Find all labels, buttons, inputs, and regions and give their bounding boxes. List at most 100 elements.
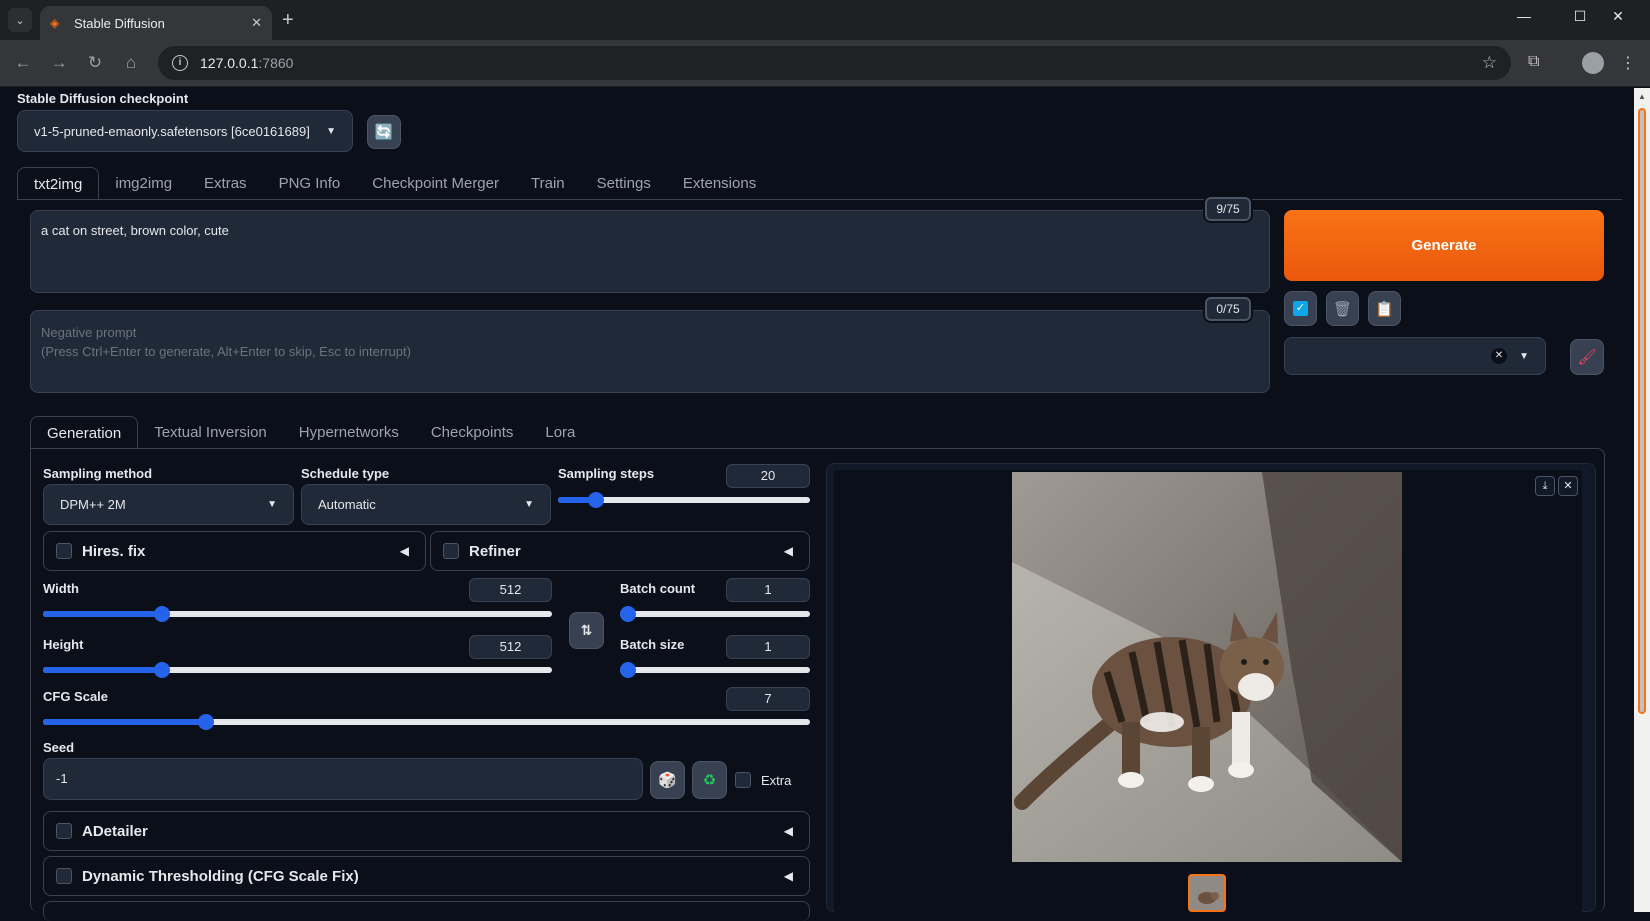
- site-info-icon[interactable]: i: [172, 55, 188, 71]
- cfg-scale-slider[interactable]: [43, 713, 810, 731]
- scroll-up-icon[interactable]: ▲: [1638, 92, 1646, 101]
- sampling-method-dropdown[interactable]: DPM++ 2M ▼: [43, 484, 294, 525]
- tab-settings[interactable]: Settings: [581, 167, 667, 200]
- clipboard-icon: 📋: [1375, 300, 1394, 318]
- extra-checkbox[interactable]: [735, 772, 751, 788]
- refiner-label: Refiner: [469, 542, 521, 560]
- menu-icon[interactable]: ⋮: [1620, 53, 1636, 73]
- tabs-divider: [17, 199, 1622, 200]
- reuse-seed-button[interactable]: ♻: [692, 761, 727, 799]
- collapse-triangle-icon[interactable]: ◀: [400, 544, 409, 558]
- bookmark-star-icon[interactable]: ☆: [1482, 53, 1497, 73]
- tab-search-button[interactable]: ⌄: [8, 8, 32, 32]
- batch-size-slider[interactable]: [620, 661, 810, 679]
- url-host: 127.0.0.1: [200, 55, 259, 71]
- gallery-thumbnail[interactable]: [1188, 874, 1226, 912]
- url-port: :7860: [258, 55, 294, 71]
- swap-dimensions-button[interactable]: ⇅: [569, 612, 604, 649]
- negative-prompt-hint: (Press Ctrl+Enter to generate, Alt+Enter…: [41, 344, 411, 359]
- cfg-scale-input[interactable]: 7: [726, 687, 810, 711]
- paste-styles-button[interactable]: 📋: [1368, 291, 1401, 326]
- edit-styles-button[interactable]: 🖌: [1570, 339, 1604, 375]
- tab-generation[interactable]: Generation: [30, 416, 139, 449]
- close-window-icon[interactable]: ✕: [1598, 8, 1638, 25]
- tab-hypernetworks[interactable]: Hypernetworks: [283, 416, 415, 449]
- download-icon[interactable]: ⤓: [1535, 476, 1555, 496]
- prompt-textarea[interactable]: a cat on street, brown color, cute: [30, 210, 1270, 293]
- maximize-icon[interactable]: ☐: [1560, 8, 1600, 25]
- batch-count-input[interactable]: 1: [726, 578, 810, 602]
- width-label: Width: [43, 581, 79, 596]
- refresh-checkpoints-button[interactable]: 🔄: [367, 115, 401, 149]
- checkpoint-dropdown[interactable]: v1-5-pruned-emaonly.safetensors [6ce0161…: [17, 110, 353, 152]
- height-input[interactable]: 512: [469, 635, 552, 659]
- next-accordion-partial[interactable]: [43, 901, 810, 921]
- browser-tab-bar: ⌄ ◈ Stable Diffusion ✕ + — ☐ ✕: [0, 0, 1650, 40]
- address-toolbar: ← → ↻ ⌂ i 127.0.0.1:7860 ☆ ⧉ ⋮: [0, 40, 1650, 87]
- tab-extensions[interactable]: Extensions: [667, 167, 772, 200]
- seed-input[interactable]: -1: [43, 758, 643, 800]
- collapse-triangle-icon[interactable]: ◀: [784, 824, 793, 838]
- negative-token-counter: 0/75: [1205, 297, 1251, 321]
- tab-txt2img[interactable]: txt2img: [17, 167, 100, 200]
- generate-button[interactable]: Generate: [1284, 210, 1604, 281]
- negative-prompt-textarea[interactable]: Negative prompt (Press Ctrl+Enter to gen…: [30, 310, 1270, 393]
- close-preview-icon[interactable]: ✕: [1558, 476, 1578, 496]
- dynamic-thresholding-checkbox[interactable]: [56, 868, 72, 884]
- tab-textual-inversion[interactable]: Textual Inversion: [138, 416, 283, 449]
- dice-icon: 🎲: [658, 772, 677, 789]
- refiner-accordion[interactable]: Refiner ◀: [430, 531, 810, 571]
- hires-fix-checkbox[interactable]: [56, 543, 72, 559]
- close-tab-icon[interactable]: ✕: [251, 15, 262, 31]
- back-icon[interactable]: ←: [12, 53, 34, 73]
- main-tabs: txt2img img2img Extras PNG Info Checkpoi…: [17, 167, 772, 200]
- refiner-checkbox[interactable]: [443, 543, 459, 559]
- height-slider[interactable]: [43, 661, 552, 679]
- styles-dropdown[interactable]: ✕ ▼: [1284, 337, 1546, 375]
- hires-fix-accordion[interactable]: Hires. fix ◀: [43, 531, 426, 571]
- batch-count-slider[interactable]: [620, 605, 810, 623]
- collapse-triangle-icon[interactable]: ◀: [784, 869, 793, 883]
- clear-styles-icon[interactable]: ✕: [1491, 348, 1507, 364]
- sampling-steps-slider[interactable]: [558, 491, 810, 509]
- clear-prompt-button[interactable]: 🗑: [1326, 291, 1359, 326]
- random-seed-button[interactable]: 🎲: [650, 761, 685, 799]
- home-icon[interactable]: ⌂: [120, 53, 142, 73]
- sampling-steps-input[interactable]: 20: [726, 464, 810, 488]
- recycle-icon: ♻: [702, 772, 717, 789]
- batch-size-input[interactable]: 1: [726, 635, 810, 659]
- forward-icon[interactable]: →: [48, 53, 70, 73]
- arrow-check-icon: ✓: [1293, 301, 1308, 316]
- generated-cat-image[interactable]: [1012, 472, 1402, 862]
- tab-checkpoints[interactable]: Checkpoints: [415, 416, 530, 449]
- sampling-method-label: Sampling method: [43, 466, 153, 481]
- extensions-icon[interactable]: ⧉: [1528, 53, 1539, 71]
- new-tab-icon[interactable]: +: [282, 9, 294, 32]
- browser-tab[interactable]: ◈ Stable Diffusion ✕: [40, 6, 272, 40]
- tab-lora[interactable]: Lora: [529, 416, 591, 449]
- tab-png-info[interactable]: PNG Info: [263, 167, 357, 200]
- tab-img2img[interactable]: img2img: [99, 167, 188, 200]
- sub-tabs: Generation Textual Inversion Hypernetwor…: [30, 416, 591, 449]
- refresh-icon: 🔄: [374, 124, 394, 141]
- tab-train[interactable]: Train: [515, 167, 581, 200]
- omnibox[interactable]: i 127.0.0.1:7860 ☆: [158, 46, 1511, 80]
- profile-avatar[interactable]: [1582, 52, 1604, 74]
- collapse-triangle-icon[interactable]: ◀: [784, 544, 793, 558]
- dynamic-thresholding-accordion[interactable]: Dynamic Thresholding (CFG Scale Fix) ◀: [43, 856, 810, 896]
- dynamic-thresholding-label: Dynamic Thresholding (CFG Scale Fix): [82, 867, 359, 885]
- reload-icon[interactable]: ↻: [84, 53, 106, 73]
- width-slider[interactable]: [43, 605, 552, 623]
- adetailer-checkbox[interactable]: [56, 823, 72, 839]
- tab-checkpoint-merger[interactable]: Checkpoint Merger: [356, 167, 515, 200]
- tab-extras[interactable]: Extras: [188, 167, 263, 200]
- adetailer-accordion[interactable]: ADetailer ◀: [43, 811, 810, 851]
- width-input[interactable]: 512: [469, 578, 552, 602]
- read-params-button[interactable]: ✓: [1284, 291, 1317, 326]
- page-scrollbar[interactable]: ▲: [1634, 88, 1650, 912]
- schedule-type-dropdown[interactable]: Automatic ▼: [301, 484, 551, 525]
- extra-seed-option[interactable]: Extra: [735, 772, 791, 788]
- minimize-icon[interactable]: —: [1504, 8, 1544, 24]
- scrollbar-thumb[interactable]: [1638, 108, 1646, 714]
- negative-prompt-placeholder: Negative prompt: [41, 325, 137, 340]
